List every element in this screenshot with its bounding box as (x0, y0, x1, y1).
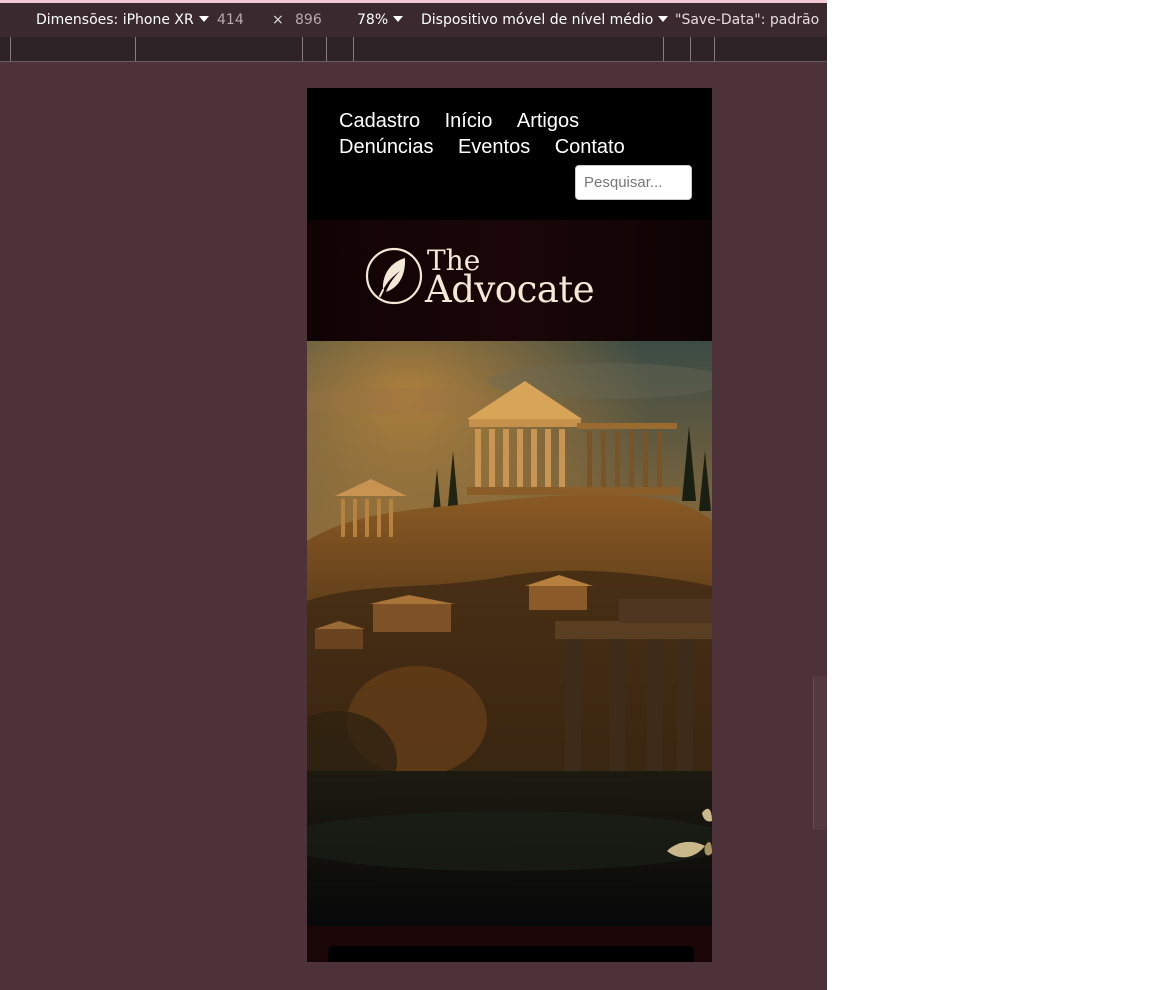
width-input[interactable]: 414 (217, 12, 244, 28)
ruler-tick (714, 37, 715, 61)
nav-links: Cadastro Início Artigos Denúncias Evento… (339, 108, 639, 160)
logo-text-advocate: Advocate (425, 268, 595, 311)
throttling-dropdown[interactable]: Dispositivo móvel de nível médio (421, 12, 669, 28)
content-section (307, 926, 712, 962)
nav-link-eventos[interactable]: Eventos (458, 136, 530, 158)
device-dimensions-label: Dimensões: iPhone XR (36, 12, 194, 28)
brand-header: The Advocate (307, 220, 712, 341)
throttling-label: Dispositivo móvel de nível médio (421, 12, 654, 28)
search-input[interactable] (575, 165, 692, 200)
zoom-label: 78% (357, 12, 389, 28)
ruler-tick (663, 37, 664, 61)
nav-link-artigos[interactable]: Artigos (517, 110, 579, 132)
ruler-tick (135, 37, 136, 61)
nav-link-cadastro[interactable]: Cadastro (339, 110, 420, 132)
site-navbar: Cadastro Início Artigos Denúncias Evento… (307, 88, 712, 220)
zoom-dropdown[interactable]: 78% (357, 12, 404, 28)
media-query-ruler[interactable] (0, 37, 827, 62)
ruler-tick (353, 37, 354, 61)
resize-handle[interactable] (813, 676, 827, 830)
nav-row: Cadastro Início Artigos (339, 108, 639, 134)
ruler-tick (302, 37, 303, 61)
device-toolbar: Dimensões: iPhone XR 414 × 896 78% Dispo… (0, 3, 827, 37)
ruler-tick (690, 37, 691, 61)
quill-feather-icon[interactable] (365, 246, 423, 311)
ruler-tick (10, 37, 11, 61)
chevron-down-icon (393, 16, 404, 22)
devtools-device-emulation: Dimensões: iPhone XR 414 × 896 78% Dispo… (0, 0, 827, 990)
nav-link-contato[interactable]: Contato (555, 136, 625, 158)
nav-link-inicio[interactable]: Início (445, 110, 493, 132)
ruler-tick (326, 37, 327, 61)
save-data-dropdown[interactable]: "Save-Data": padrão (675, 12, 819, 28)
emulated-viewport: Cadastro Início Artigos Denúncias Evento… (307, 88, 712, 962)
nav-row: Denúncias Eventos Contato (339, 134, 639, 160)
nav-link-denuncias[interactable]: Denúncias (339, 136, 434, 158)
device-dimensions-dropdown[interactable]: Dimensões: iPhone XR (36, 12, 209, 28)
chevron-down-icon (198, 16, 209, 22)
times-icon: × (272, 12, 284, 28)
content-card (328, 946, 694, 962)
height-input[interactable]: 896 (295, 12, 322, 28)
chevron-down-icon (658, 16, 669, 22)
hero-image (307, 341, 712, 926)
